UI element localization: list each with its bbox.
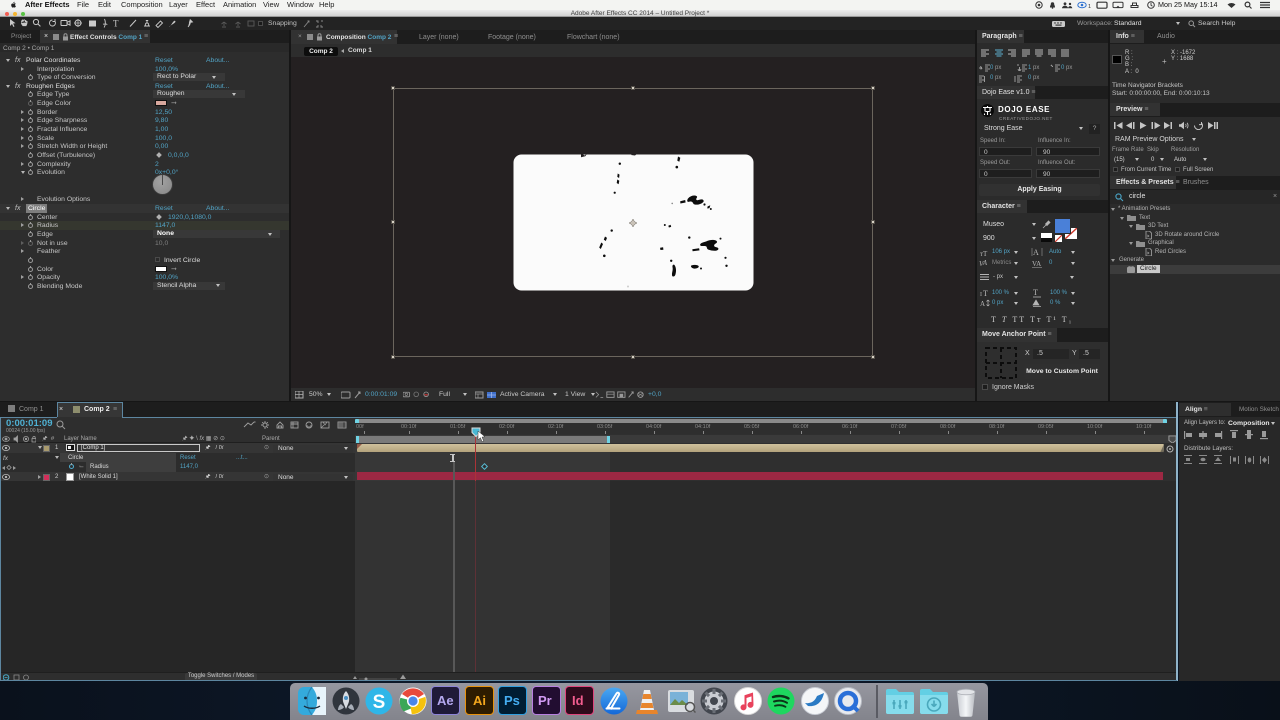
svg-text:ᴛT: ᴛT <box>980 250 988 257</box>
svg-text:A: A <box>980 300 985 308</box>
svg-text:T: T <box>1033 288 1038 297</box>
svg-text:T: T <box>113 19 119 29</box>
svg-text:A: A <box>1033 248 1039 257</box>
svg-text:T: T <box>983 289 988 298</box>
svg-text:1: 1 <box>1088 4 1091 9</box>
svg-text:VA: VA <box>979 259 988 267</box>
svg-text:VA: VA <box>1032 260 1041 268</box>
svg-text:S: S <box>373 692 386 713</box>
